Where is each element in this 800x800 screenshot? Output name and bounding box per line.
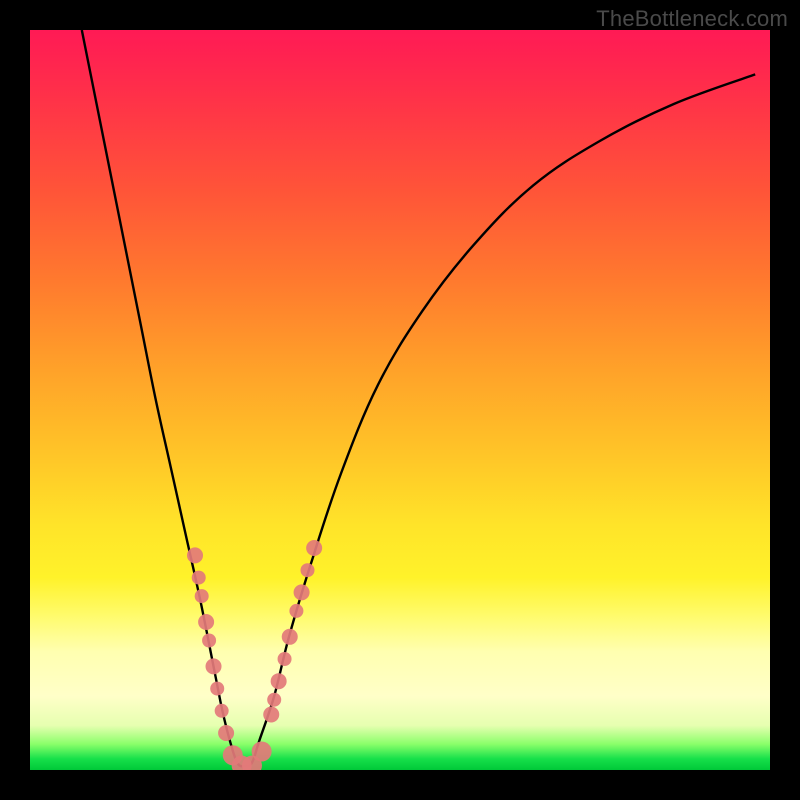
- marker-dot: [187, 547, 203, 563]
- marker-dot: [192, 571, 206, 585]
- marker-dot: [198, 614, 214, 630]
- chart-svg: [30, 30, 770, 770]
- marker-dot: [206, 658, 222, 674]
- chart-frame: TheBottleneck.com: [0, 0, 800, 800]
- marker-dot: [282, 629, 298, 645]
- marker-dot: [294, 584, 310, 600]
- watermark-text: TheBottleneck.com: [596, 6, 788, 32]
- marker-dot: [306, 540, 322, 556]
- plot-area: [30, 30, 770, 770]
- marker-dot: [289, 604, 303, 618]
- marker-dot: [210, 682, 224, 696]
- marker-dot: [267, 693, 281, 707]
- marker-dot: [263, 707, 279, 723]
- marker-group: [187, 540, 322, 770]
- marker-dot: [195, 589, 209, 603]
- marker-dot: [301, 563, 315, 577]
- marker-dot: [252, 742, 272, 762]
- marker-dot: [278, 652, 292, 666]
- marker-dot: [218, 725, 234, 741]
- marker-dot: [271, 673, 287, 689]
- marker-dot: [215, 704, 229, 718]
- marker-dot: [202, 634, 216, 648]
- bottleneck-curve: [82, 30, 755, 766]
